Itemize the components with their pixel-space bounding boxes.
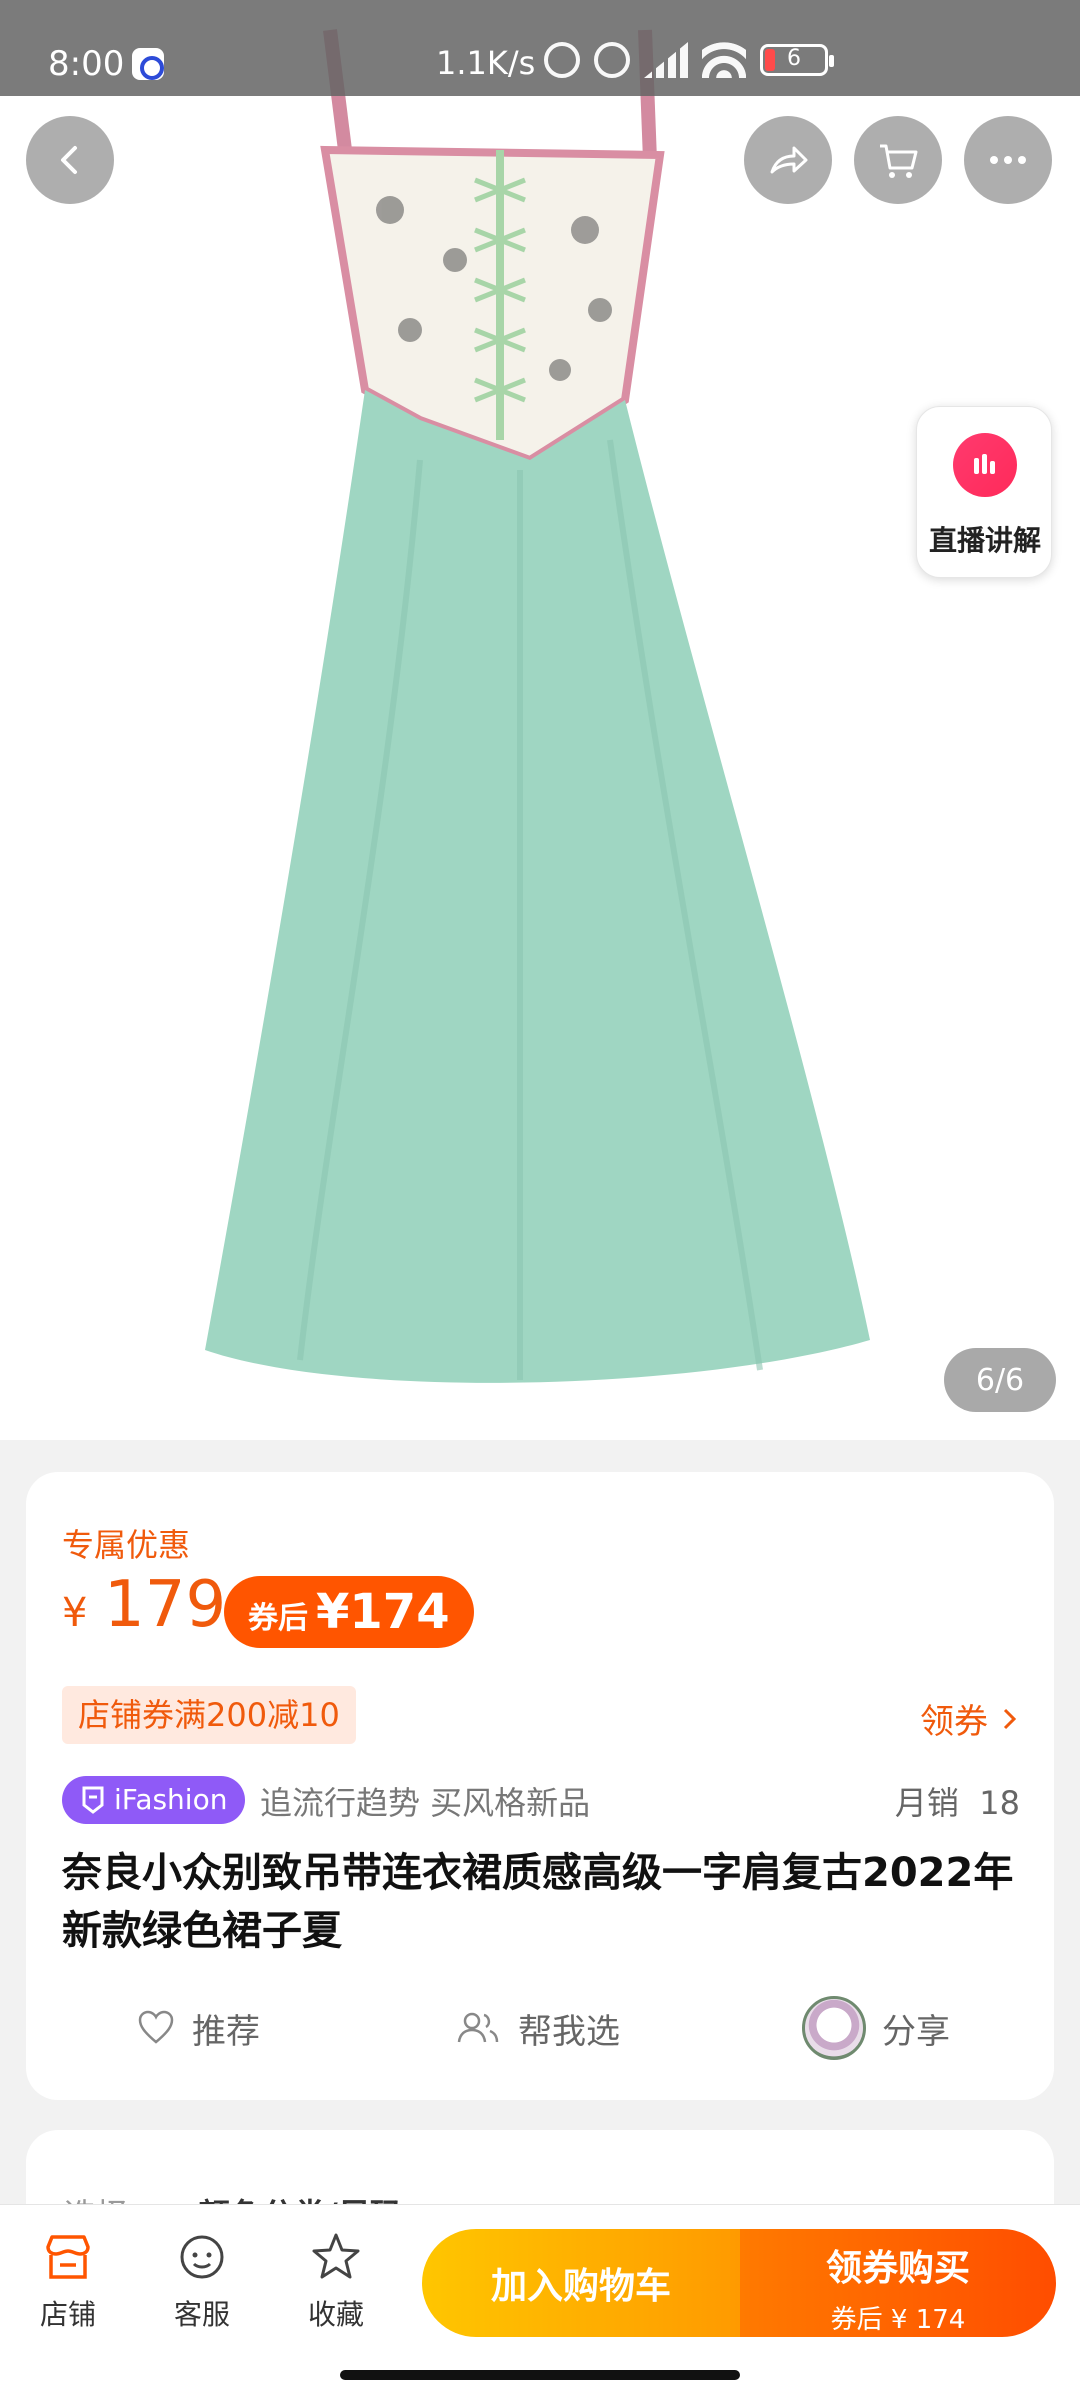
live-icon <box>953 433 1017 497</box>
buy-with-coupon-button[interactable]: 领券购买 券后 ¥ 174 <box>740 2229 1056 2337</box>
recommend-button[interactable]: 推荐 <box>136 1992 260 2064</box>
recommend-label: 推荐 <box>192 2011 260 2052</box>
ifashion-logo-icon <box>82 1786 104 1814</box>
product-photo <box>205 29 870 1383</box>
product-info-card: 专属优惠 ¥ 179 券后 ¥174 店铺券满200减10 领券 iFashio… <box>26 1472 1054 2100</box>
favorite-label: 收藏 <box>307 2298 364 2331</box>
app-notification-icon <box>132 48 164 80</box>
buy-main-label: 领券购买 <box>825 2248 970 2289</box>
exclusive-discount-label: 专属优惠 <box>62 1526 191 1564</box>
currency-symbol: ¥ <box>62 1590 88 1636</box>
store-icon <box>46 2235 90 2279</box>
live-explain-button[interactable]: 直播讲解 <box>916 406 1052 578</box>
battery-level: 6 <box>787 46 801 71</box>
buy-sub-label: 券后 ¥ 174 <box>830 2305 966 2335</box>
more-button[interactable] <box>964 116 1052 204</box>
monthly-sales-label: 月销 <box>894 1784 959 1822</box>
help-choose-button[interactable]: 帮我选 <box>454 1992 620 2064</box>
product-actions: 推荐 帮我选 分享 <box>26 1992 1054 2064</box>
product-title: 奈良小众别致吊带连衣裙质感高级一字肩复古2022年新款绿色裙子夏 <box>62 1850 1014 1954</box>
heart-icon <box>138 2010 174 2044</box>
product-image-gallery[interactable]: 8:00 1.1K/s 6 直播讲解 6/6 <box>0 0 1080 1440</box>
brand-slogan: 追流行趋势 买风格新品 <box>260 1784 591 1822</box>
network-speed: 1.1K/s <box>436 44 536 82</box>
monthly-sales: 月销 18 <box>895 1778 1020 1824</box>
price: 179 <box>104 1568 227 1642</box>
product-detail-page: 8:00 1.1K/s 6 直播讲解 6/6 专属优惠 ¥ 179 券后 ¥17… <box>0 0 1080 2400</box>
shop-label: 店铺 <box>39 2298 96 2331</box>
ifashion-badge[interactable]: iFashion <box>62 1776 246 1824</box>
share-label: 分享 <box>882 2011 950 2052</box>
service-tab[interactable]: 客服 <box>152 2229 252 2333</box>
get-coupon-link[interactable]: 领券 <box>920 1694 1020 1743</box>
service-icon <box>180 2235 224 2279</box>
cart-button[interactable] <box>854 116 942 204</box>
after-coupon-price-badge: 券后 ¥174 <box>224 1576 474 1648</box>
more-icon <box>990 156 1026 164</box>
monthly-sales-value: 18 <box>979 1784 1020 1822</box>
avatar <box>802 1996 866 2060</box>
after-coupon-label: 券后 <box>248 1601 308 1636</box>
store-coupon-tag: 店铺券满200减10 <box>62 1686 356 1744</box>
cart-icon <box>880 144 918 178</box>
image-counter: 6/6 <box>944 1348 1056 1412</box>
brand-badge-label: iFashion <box>114 1783 228 1816</box>
get-coupon-label: 领券 <box>920 1702 988 1742</box>
signal-icon <box>644 42 688 78</box>
star-icon <box>312 2233 360 2279</box>
people-icon <box>457 2012 499 2043</box>
chevron-right-icon <box>1003 1708 1017 1729</box>
status-time: 8:00 <box>48 44 125 84</box>
share-button[interactable] <box>744 116 832 204</box>
status-bar: 8:00 1.1K/s 6 <box>0 0 1080 96</box>
add-to-cart-button[interactable]: 加入购物车 <box>422 2229 740 2337</box>
status-icons: 6 <box>544 40 834 80</box>
service-label: 客服 <box>173 2298 230 2331</box>
mute-icon <box>544 42 580 78</box>
shop-tab[interactable]: 店铺 <box>18 2229 118 2333</box>
alarm-icon <box>594 42 630 78</box>
share-product-button[interactable]: 分享 <box>802 1992 950 2064</box>
back-button[interactable] <box>26 116 114 204</box>
after-coupon-price: ¥174 <box>316 1584 450 1640</box>
wifi-icon <box>702 42 746 78</box>
favorite-tab[interactable]: 收藏 <box>286 2229 386 2333</box>
battery-icon: 6 <box>760 44 834 76</box>
back-icon <box>61 146 77 174</box>
help-choose-label: 帮我选 <box>518 2011 620 2052</box>
share-icon <box>770 146 808 174</box>
live-label: 直播讲解 <box>928 524 1041 557</box>
home-indicator[interactable] <box>340 2370 740 2380</box>
